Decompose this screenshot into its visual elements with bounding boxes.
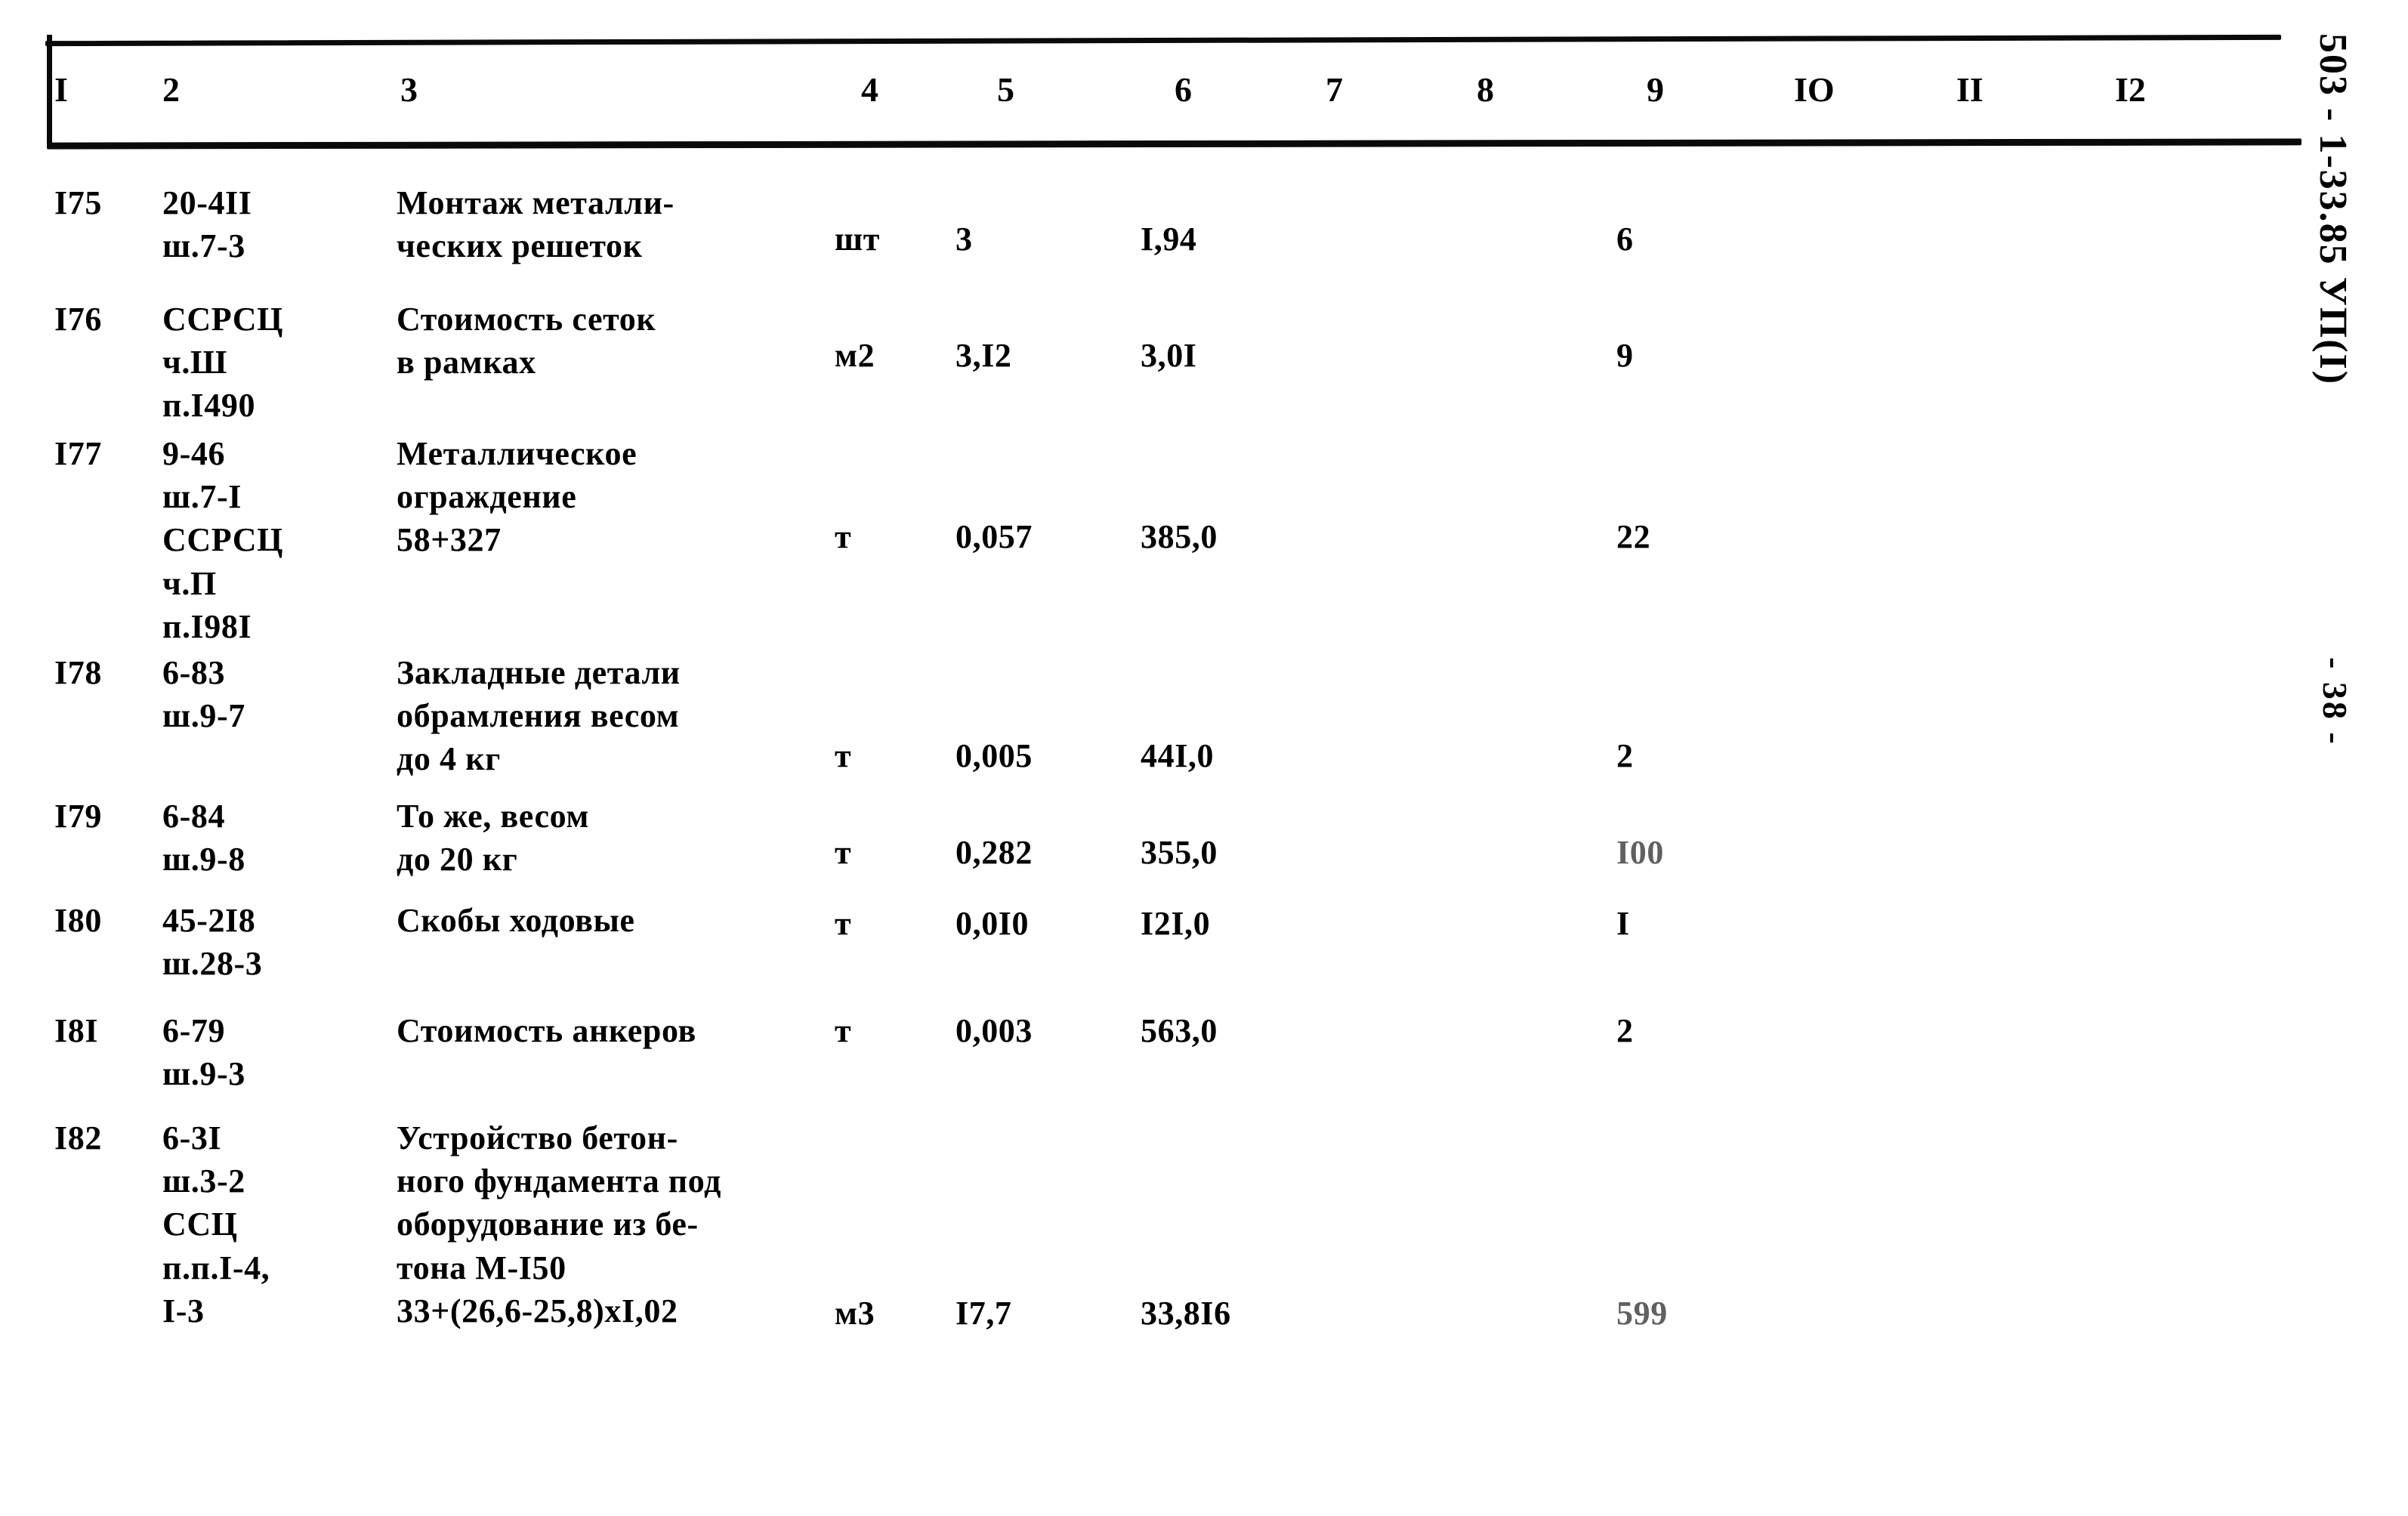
row-code-reference: 6-84 ш.9-8 <box>162 798 245 878</box>
column-header-7: 7 <box>1326 70 1343 109</box>
row-code-reference: ССРСЦ ч.Ш п.I490 <box>162 301 283 425</box>
row-total: 6 <box>1616 221 1634 258</box>
column-header-6: 6 <box>1175 70 1192 109</box>
row-description: Скобы ходовые <box>397 902 635 939</box>
row-description: Закладные детали обрамления весом до 4 к… <box>397 654 681 778</box>
row-unit: т <box>835 834 852 871</box>
row-unit: т <box>835 518 852 555</box>
row-total: 22 <box>1616 518 1651 555</box>
row-unit-price: 44I,0 <box>1141 737 1215 774</box>
row-quantity: 0,0I0 <box>955 905 1030 942</box>
document-page-marker: - 38 - <box>2316 657 2354 746</box>
table-left-margin-bar <box>47 35 52 147</box>
row-description: Стоимость анкеров <box>397 1012 696 1049</box>
row-quantity: 3 <box>955 221 973 258</box>
row-quantity: 0,282 <box>955 834 1033 871</box>
row-total: I00 <box>1616 834 1664 871</box>
column-header-1: I <box>54 70 68 109</box>
row-total: I <box>1616 905 1630 942</box>
row-quantity: I7,7 <box>955 1295 1012 1332</box>
row-total: 599 <box>1616 1295 1668 1332</box>
row-unit-price: I2I,0 <box>1141 905 1211 942</box>
row-total: 2 <box>1616 737 1634 774</box>
row-unit-price: 385,0 <box>1141 518 1218 555</box>
column-header-12: I2 <box>2115 70 2146 109</box>
row-code-reference: 9-46 ш.7-I ССРСЦ ч.П п.I98I <box>162 435 283 645</box>
row-code-reference: 6-79 ш.9-3 <box>162 1012 245 1093</box>
document-side-code: 503 - 1-33.85 УП(I) <box>2311 33 2354 386</box>
column-header-3: 3 <box>400 70 418 109</box>
scanned-page: I 2 3 4 5 6 7 8 9 IO II I2 I75 20-4II ш.… <box>0 0 2408 1516</box>
row-total: 9 <box>1616 337 1634 374</box>
row-unit-price: I,94 <box>1141 221 1197 258</box>
column-header-4: 4 <box>861 70 878 109</box>
row-quantity: 0,057 <box>955 518 1033 555</box>
column-header-10: IO <box>1794 70 1835 109</box>
row-unit-price: 33,8I6 <box>1141 1295 1231 1332</box>
column-header-5: 5 <box>997 70 1014 109</box>
column-header-9: 9 <box>1647 70 1664 109</box>
row-code-reference: 45-2I8 ш.28-3 <box>162 902 263 983</box>
row-unit: т <box>835 1012 852 1049</box>
row-unit: м3 <box>835 1295 875 1332</box>
row-unit: м2 <box>835 337 875 374</box>
row-unit-price: 3,0I <box>1141 337 1197 374</box>
row-description: Стоимость сеток в рамках <box>397 301 656 381</box>
column-header-11: II <box>1956 70 1984 109</box>
row-unit: т <box>835 905 852 942</box>
row-quantity: 0,005 <box>955 737 1033 774</box>
row-unit-price: 355,0 <box>1141 834 1218 871</box>
row-quantity: 0,003 <box>955 1012 1033 1049</box>
column-header-8: 8 <box>1477 70 1494 109</box>
column-header-2: 2 <box>162 70 180 109</box>
row-description: Монтаж металли- ческих решеток <box>397 184 675 265</box>
row-unit-price: 563,0 <box>1141 1012 1218 1049</box>
table-top-rule <box>45 34 2282 47</box>
table-header-rule <box>46 138 2302 150</box>
row-code-reference: 6-83 ш.9-7 <box>162 654 245 735</box>
row-unit: шт <box>835 221 880 258</box>
row-unit: т <box>835 737 852 774</box>
row-code-reference: 20-4II ш.7-3 <box>162 184 252 265</box>
row-total: 2 <box>1616 1012 1634 1049</box>
row-description: То же, весом до 20 кг <box>397 798 589 878</box>
row-description: Металлическое ограждение 58+327 <box>397 435 638 559</box>
row-quantity: 3,I2 <box>955 337 1012 374</box>
row-code-reference: 6-3I ш.3-2 ССЦ п.п.I-4, I-3 <box>162 1119 270 1329</box>
